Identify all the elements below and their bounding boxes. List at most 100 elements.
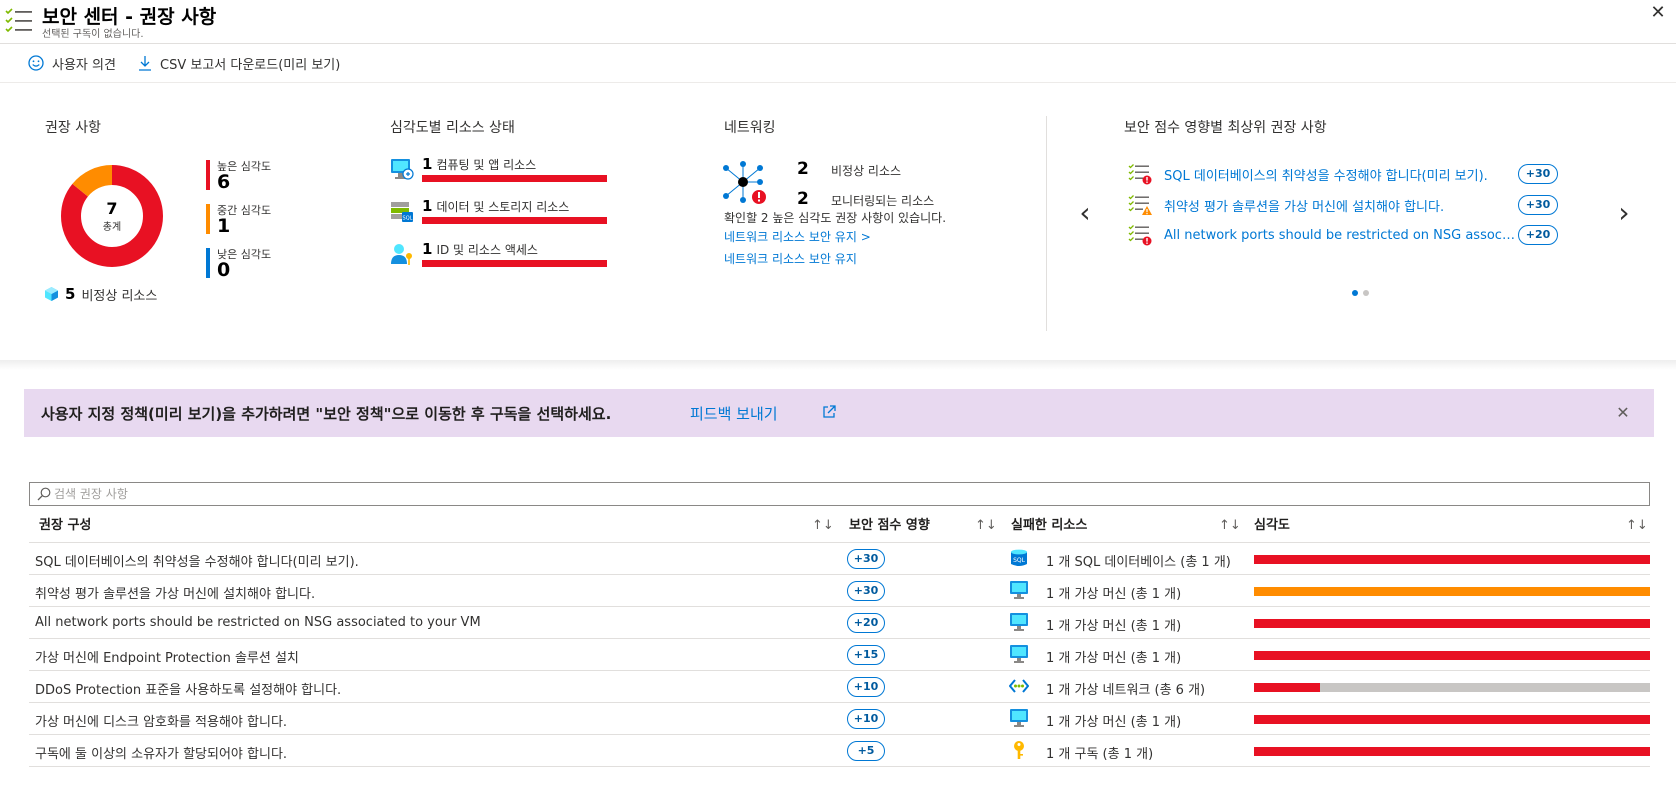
table-row[interactable]: DDoS Protection 표준을 사용하도록 설정해야 합니다. +10 1 …: [29, 671, 1650, 703]
sort-recommendation-icon[interactable]: ↑↓: [812, 514, 834, 538]
top-recommendation-1[interactable]: SQL 데이터베이스의 취약성을 수정해야 합니다(미리 보기). +30: [1128, 163, 1558, 185]
search-input[interactable]: [54, 484, 1634, 504]
table-row[interactable]: 가상 머신에 Endpoint Protection 솔루션 설치 +15 1 개 …: [29, 639, 1650, 671]
carousel-dot-2[interactable]: [1363, 290, 1369, 296]
top-recommendation-3[interactable]: All network ports should be restricted o…: [1128, 224, 1558, 246]
network-topology-icon: [723, 161, 766, 204]
sort-resources-icon[interactable]: ↑↓: [1219, 514, 1241, 538]
recommendations-list-icon: [5, 8, 32, 33]
network-monitored-label: 모니터링되는 리소스: [831, 194, 935, 208]
severity-bar-fill: [1254, 619, 1650, 628]
network-secure-link-primary[interactable]: 네트워크 리소스 보안 유지 >: [724, 228, 871, 245]
table-row[interactable]: 취약성 평가 솔루션을 가상 머신에 설치해야 합니다. +30 1 개 가상 머신…: [29, 575, 1650, 607]
identity-count: 1: [422, 240, 433, 258]
top-recommendation-1-score: +30: [1518, 164, 1558, 184]
severity-bar: [1254, 555, 1650, 564]
carousel-dot-1[interactable]: [1352, 290, 1358, 296]
severity-bar: [1254, 747, 1650, 756]
secure-score-badge: +20: [847, 613, 885, 633]
top-recommendation-3-text: All network ports should be restricted o…: [1164, 227, 1518, 243]
failed-resources-text: 1 개 구독 (총 1 개): [1046, 747, 1154, 762]
severity-bar-fill: [1254, 747, 1650, 756]
failed-resources-text: 1 개 가상 머신 (총 1 개): [1046, 651, 1182, 666]
search-box[interactable]: [29, 482, 1650, 506]
severity-bar-fill: [1254, 555, 1650, 564]
identity-label: ID 및 리소스 액세스: [436, 243, 538, 257]
resource-health-title: 심각도별 리소스 상태: [390, 120, 515, 136]
recommendation-name: DDoS Protection 표준을 사용하도록 설정해야 합니다.: [35, 683, 342, 698]
cube-icon: [45, 287, 58, 301]
resource-row-compute[interactable]: 1 컴퓨팅 및 앱 리소스: [390, 155, 620, 189]
carousel-next-button[interactable]: ›: [1614, 198, 1634, 228]
table-row[interactable]: 가상 머신에 디스크 암호화를 적용해야 합니다. +10 1 개 가상 머신 (총…: [29, 703, 1650, 735]
recommendation-name: 취약성 평가 솔루션을 가상 머신에 설치해야 합니다.: [35, 587, 316, 602]
sort-score-icon[interactable]: ↑↓: [975, 514, 997, 538]
high-severity-value: 6: [217, 171, 231, 193]
top-recommendation-2[interactable]: 취약성 평가 솔루션을 가상 머신에 설치해야 합니다. +30: [1128, 194, 1558, 216]
severity-bar: [1254, 587, 1650, 596]
virtual-machine-icon: [1009, 644, 1029, 664]
column-header-resources[interactable]: 실패한 리소스: [1011, 514, 1087, 538]
compute-icon: [391, 159, 414, 180]
download-icon: [139, 56, 151, 71]
high-severity-marker: [206, 160, 210, 190]
low-severity-marker: [206, 248, 210, 278]
severity-bar-fill: [1254, 715, 1650, 724]
failed-resources-text: 1 개 SQL 데이터베이스 (총 1 개): [1046, 555, 1231, 570]
top-recommendation-3-score: +20: [1518, 225, 1558, 245]
medium-severity-marker: [206, 204, 210, 234]
donut-total-label: 총계: [102, 222, 122, 233]
network-secure-link-secondary[interactable]: 네트워크 리소스 보안 유지: [724, 250, 857, 267]
table-row[interactable]: 구독에 둘 이상의 소유자가 할당되어야 합니다. +5 1 개 구독 (총 1 개…: [29, 735, 1650, 767]
compute-severity-bar: [422, 175, 607, 182]
virtual-machine-icon: [1009, 612, 1029, 632]
data-storage-label: 데이터 및 스토리지 리소스: [436, 200, 570, 214]
failed-resources-text: 1 개 가상 머신 (총 1 개): [1046, 587, 1182, 602]
failed-resources-text: 1 개 가상 머신 (총 1 개): [1046, 619, 1182, 634]
download-csv-button[interactable]: CSV 보고서 다운로드(미리 보기): [138, 52, 340, 74]
severity-bar: [1254, 619, 1650, 628]
failed-resources-text: 1 개 가상 네트워크 (총 6 개): [1046, 683, 1206, 698]
column-header-severity[interactable]: 심각도: [1254, 514, 1290, 538]
svg-text:SQL: SQL: [403, 216, 413, 222]
feedback-button[interactable]: 사용자 의견: [28, 52, 116, 74]
external-link-icon[interactable]: [822, 405, 836, 419]
carousel-prev-button[interactable]: ‹: [1075, 198, 1095, 228]
banner-close-icon[interactable]: ✕: [1613, 403, 1633, 423]
resource-row-identity[interactable]: 1 ID 및 리소스 액세스: [390, 240, 620, 274]
severity-bar-fill: [1254, 683, 1321, 692]
network-unhealthy-count: 2: [797, 159, 809, 179]
secure-score-badge: +15: [847, 645, 885, 665]
secure-score-badge: +10: [847, 677, 885, 697]
top-recommendations-title: 보안 점수 영향별 최상위 권장 사항: [1124, 120, 1327, 136]
column-header-score[interactable]: 보안 점수 영향: [849, 514, 930, 538]
data-storage-severity-bar: [422, 217, 607, 224]
recommendation-name: 가상 머신에 Endpoint Protection 솔루션 설치: [35, 651, 299, 666]
banner-feedback-link[interactable]: 피드백 보내기: [690, 403, 778, 424]
secure-score-badge: +10: [847, 709, 885, 729]
banner-text: 사용자 지정 정책(미리 보기)을 추가하려면 "보안 정책"으로 이동한 후 …: [41, 405, 612, 423]
severity-bar-fill: [1254, 651, 1650, 660]
recommendation-name: All network ports should be restricted o…: [35, 615, 481, 630]
summary-shadow: [0, 360, 1676, 370]
close-icon[interactable]: ✕: [1648, 3, 1668, 23]
table-row[interactable]: SQL 데이터베이스의 취약성을 수정해야 합니다(미리 보기). +30 SQL 1…: [29, 543, 1650, 575]
severity-bar: [1254, 651, 1650, 660]
unhealthy-resources-summary[interactable]: 5 비정상 리소스: [44, 284, 157, 304]
table-row[interactable]: All network ports should be restricted o…: [29, 607, 1650, 639]
recommendation-warning-icon: [1128, 195, 1152, 215]
resource-row-data-storage[interactable]: SQL 1 데이터 및 스토리지 리소스: [390, 197, 620, 231]
sort-severity-icon[interactable]: ↑↓: [1626, 514, 1648, 538]
top-recommendation-2-text: 취약성 평가 솔루션을 가상 머신에 설치해야 합니다.: [1164, 199, 1445, 215]
recommendation-name: SQL 데이터베이스의 취약성을 수정해야 합니다(미리 보기).: [35, 555, 359, 570]
top-recommendation-2-score: +30: [1518, 195, 1558, 215]
low-severity-value: 0: [217, 259, 231, 281]
column-header-recommendation[interactable]: 권장 구성: [39, 514, 91, 538]
info-banner: 사용자 지정 정책(미리 보기)을 추가하려면 "보안 정책"으로 이동한 후 …: [24, 389, 1654, 437]
page-subtitle: 선택된 구독이 없습니다.: [42, 29, 144, 40]
donut-total: 7: [106, 199, 118, 218]
secure-score-badge: +30: [847, 549, 885, 569]
severity-bar-fill: [1254, 587, 1650, 596]
unhealthy-count: 5: [65, 285, 76, 303]
feedback-label: 사용자 의견: [52, 57, 116, 73]
